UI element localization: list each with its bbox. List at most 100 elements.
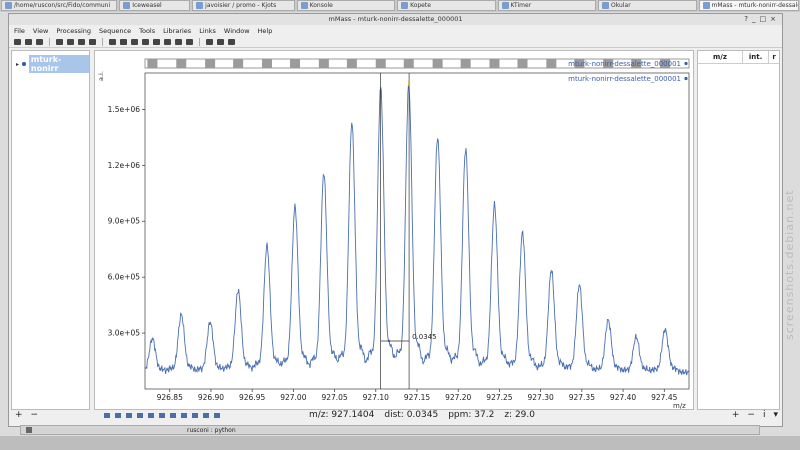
peaklist-actions: + − i ▾ bbox=[732, 410, 778, 420]
deisotope-icon[interactable] bbox=[67, 38, 74, 45]
menu-window[interactable]: Window bbox=[224, 27, 250, 35]
gel-band bbox=[460, 59, 471, 68]
text-tool-icon[interactable] bbox=[109, 38, 116, 45]
menu-help[interactable]: Help bbox=[258, 27, 273, 35]
ppm-readout: ppm: 37.2 bbox=[448, 410, 495, 420]
x-tick-label: 926.95 bbox=[239, 393, 265, 402]
flip-icon[interactable] bbox=[181, 412, 187, 418]
gel-strip-dot-icon bbox=[684, 61, 688, 66]
app-icon bbox=[501, 2, 509, 9]
statusbar: + − m/z: 927.1404 dist: 0.0345 ppm: 37.2… bbox=[9, 408, 784, 422]
spectrum-plot[interactable]: mturk-nonirr-dessalette_000001a.i.m/z3.0… bbox=[95, 51, 693, 410]
help-button[interactable]: ? bbox=[744, 15, 748, 24]
open-icon[interactable] bbox=[14, 38, 21, 45]
peaks-icon[interactable] bbox=[159, 412, 165, 418]
notation-icon[interactable] bbox=[148, 412, 154, 418]
plot-tools bbox=[100, 412, 309, 418]
mz-readout: m/z: 927.1404 bbox=[309, 410, 375, 420]
gel-band bbox=[432, 59, 443, 68]
calculator-icon[interactable] bbox=[164, 38, 171, 45]
sequence-icon[interactable] bbox=[206, 38, 213, 45]
menu-processing[interactable]: Processing bbox=[56, 27, 91, 35]
menu-view[interactable]: View bbox=[33, 27, 48, 35]
add-document-button[interactable]: + bbox=[15, 410, 23, 420]
remove-document-button[interactable]: − bbox=[31, 410, 39, 420]
peaklist-col-r[interactable]: r bbox=[769, 51, 779, 63]
gel-band bbox=[176, 59, 187, 68]
dock-label: rusconi : python bbox=[187, 426, 236, 434]
taskbar: /home/ruscon/src/Fido/communi Iceweasel ja… bbox=[0, 0, 800, 12]
taskbar-item[interactable]: KTimer bbox=[497, 0, 597, 11]
y-tick-label: 3.0e+05 bbox=[108, 329, 141, 338]
taskbar-item[interactable]: Iceweasel bbox=[119, 0, 191, 11]
x-tick-label: 926.90 bbox=[198, 393, 224, 402]
maximize-button[interactable]: □ bbox=[760, 15, 767, 24]
overlay-icon[interactable] bbox=[170, 412, 176, 418]
peak-picking-icon[interactable] bbox=[56, 38, 63, 45]
peaklist-col-mz[interactable]: m/z bbox=[698, 51, 743, 63]
tools-icon[interactable] bbox=[186, 38, 193, 45]
tree-item-document[interactable]: ▸ mturk-nonirr bbox=[16, 55, 89, 73]
x-tick-label: 927.05 bbox=[321, 393, 347, 402]
ticks-icon[interactable] bbox=[137, 412, 143, 418]
print-icon[interactable] bbox=[36, 38, 43, 45]
label-peak-icon[interactable] bbox=[131, 38, 138, 45]
taskbar-item[interactable]: Konsole bbox=[296, 0, 396, 11]
x-tick-label: 927.35 bbox=[569, 393, 595, 402]
baseline-icon[interactable] bbox=[78, 38, 85, 45]
peaklist-col-int[interactable]: int. bbox=[743, 51, 770, 63]
peak-info-button[interactable]: i bbox=[763, 410, 766, 420]
y-tick-label: 1.5e+06 bbox=[108, 105, 141, 114]
spectrum-icon[interactable] bbox=[142, 38, 149, 45]
x-tick-label: 927.15 bbox=[404, 393, 430, 402]
menu-links[interactable]: Links bbox=[199, 27, 216, 35]
menu-tools[interactable]: Tools bbox=[139, 27, 155, 35]
document-actions: + − bbox=[9, 410, 100, 420]
peak-color-button[interactable]: ▾ bbox=[773, 410, 778, 420]
terminal-icon bbox=[26, 427, 32, 433]
library-icon[interactable] bbox=[228, 38, 235, 45]
labels-icon[interactable] bbox=[126, 412, 132, 418]
menu-file[interactable]: File bbox=[14, 27, 25, 35]
window-controls: ? _ □ × bbox=[744, 15, 776, 24]
taskbar-item[interactable]: javoisier / promo - Kjots bbox=[192, 0, 295, 11]
x-tick-label: 927.10 bbox=[363, 393, 389, 402]
taskbar-item[interactable]: Kopete bbox=[397, 0, 496, 11]
document-color-dot-icon bbox=[22, 62, 26, 66]
range-icon[interactable] bbox=[115, 412, 121, 418]
app-icon bbox=[196, 2, 204, 9]
close-button[interactable]: × bbox=[770, 15, 776, 24]
remove-peak-button[interactable]: − bbox=[747, 410, 755, 420]
save-icon[interactable] bbox=[25, 38, 32, 45]
grid-icon[interactable] bbox=[153, 38, 160, 45]
toolbar-separator bbox=[102, 37, 103, 46]
taskbar-item[interactable]: Okular bbox=[598, 0, 697, 11]
ruler-icon[interactable] bbox=[120, 38, 127, 45]
envelope-icon[interactable] bbox=[175, 38, 182, 45]
konsole-dock[interactable]: rusconi : python bbox=[20, 425, 760, 435]
zoom-icon[interactable] bbox=[104, 412, 110, 418]
smooth-icon[interactable] bbox=[89, 38, 96, 45]
s-icon[interactable] bbox=[217, 38, 224, 45]
gel-band bbox=[375, 59, 386, 68]
add-peak-button[interactable]: + bbox=[732, 410, 740, 420]
minimize-button[interactable]: _ bbox=[752, 15, 756, 24]
gel-band bbox=[489, 59, 500, 68]
expand-arrow-icon[interactable]: ▸ bbox=[16, 61, 19, 68]
taskbar-item-label: Iceweasel bbox=[132, 2, 162, 9]
ratio-tool-icon[interactable] bbox=[214, 412, 220, 418]
gel-band bbox=[318, 59, 329, 68]
distance-tool-icon[interactable] bbox=[192, 412, 198, 418]
x-tick-label: 927.00 bbox=[280, 393, 306, 402]
gel-band bbox=[205, 59, 216, 68]
mass-tool-icon[interactable] bbox=[203, 412, 209, 418]
y-tick-label: 6.0e+05 bbox=[108, 273, 141, 282]
gel-band bbox=[403, 59, 414, 68]
taskbar-item[interactable]: mMass - mturk-nonirr-dessale bbox=[698, 0, 799, 11]
app-icon bbox=[5, 2, 12, 9]
menu-sequence[interactable]: Sequence bbox=[99, 27, 131, 35]
menu-libraries[interactable]: Libraries bbox=[163, 27, 191, 35]
spectrum-canvas[interactable]: mturk-nonirr-dessalette_000001 a.i. m/z 3.0… bbox=[94, 50, 694, 410]
taskbar-item[interactable]: /home/ruscon/src/Fido/communi bbox=[1, 0, 118, 11]
x-tick-label: 927.25 bbox=[486, 393, 512, 402]
